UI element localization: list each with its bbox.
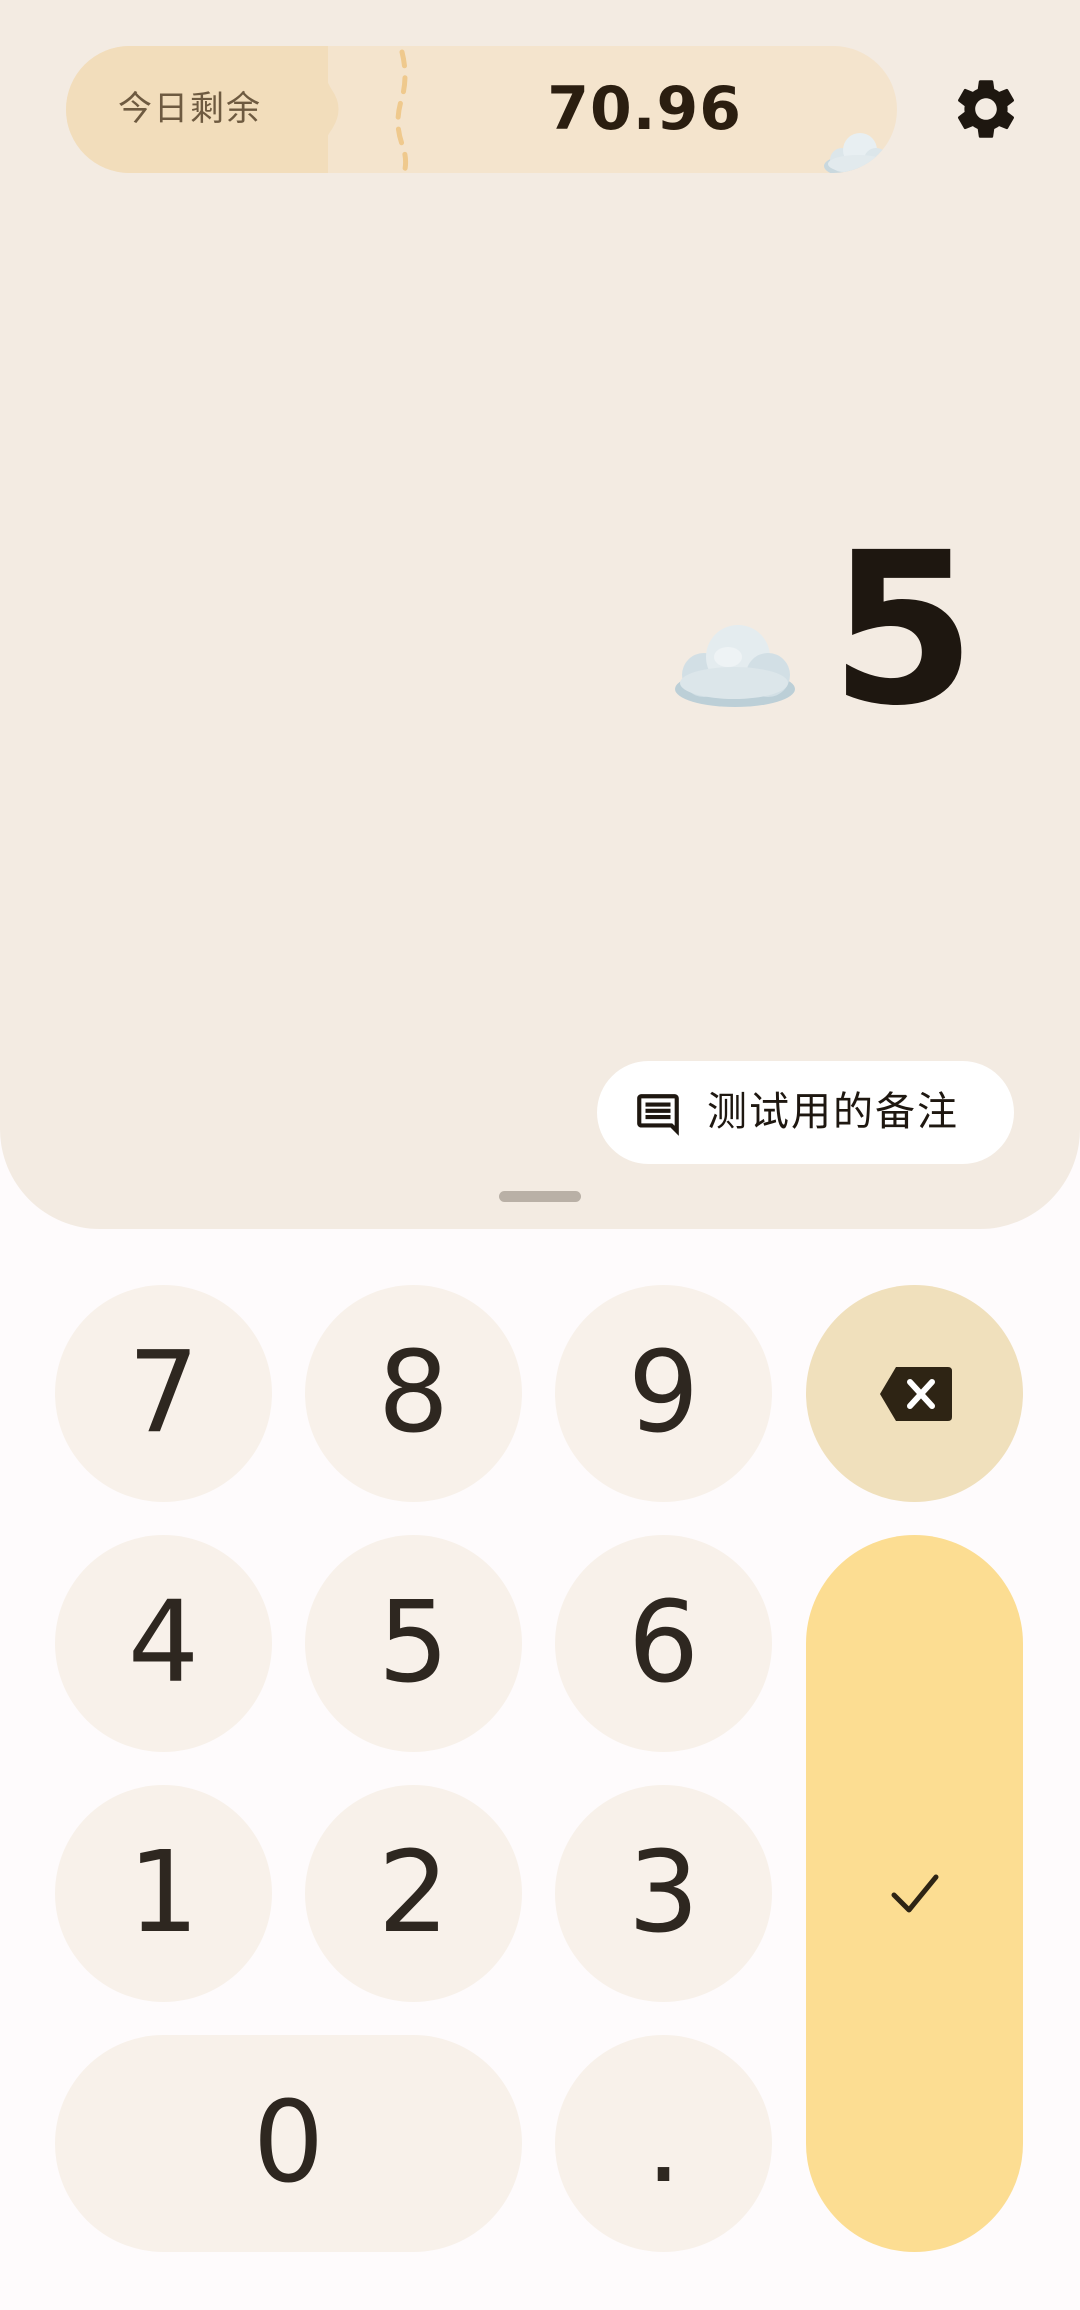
gear-icon[interactable] xyxy=(950,73,1022,145)
cloud-icon[interactable] xyxy=(670,617,800,713)
budget-label: 今日剩余 xyxy=(118,89,262,129)
key-decimal[interactable]: . xyxy=(555,2035,772,2252)
key-6[interactable]: 6 xyxy=(555,1535,772,1752)
key-9[interactable]: 9 xyxy=(555,1285,772,1502)
key-7[interactable]: 7 xyxy=(55,1285,272,1502)
key-3[interactable]: 3 xyxy=(555,1785,772,2002)
backspace-icon xyxy=(880,1367,952,1421)
key-5[interactable]: 5 xyxy=(305,1535,522,1752)
key-8[interactable]: 8 xyxy=(305,1285,522,1502)
amount-panel: 今日剩余 70.96 5 测试用的备注 xyxy=(0,0,1080,1229)
key-0[interactable]: 0 xyxy=(55,2035,522,2252)
key-1[interactable]: 1 xyxy=(55,1785,272,2002)
remaining-budget-pill[interactable]: 今日剩余 70.96 xyxy=(66,46,897,173)
cloud-icon xyxy=(824,133,892,173)
backspace-button[interactable] xyxy=(806,1285,1023,1502)
note-text: 测试用的备注 xyxy=(707,1089,959,1135)
confirm-button[interactable] xyxy=(806,1535,1023,2252)
amount-display: 5 xyxy=(829,507,976,752)
drag-handle[interactable] xyxy=(499,1191,581,1202)
budget-value: 70.96 xyxy=(547,74,742,144)
check-icon xyxy=(891,1874,939,1913)
note-chip[interactable]: 测试用的备注 xyxy=(597,1061,1014,1164)
key-4[interactable]: 4 xyxy=(55,1535,272,1752)
ticket-edge-divider xyxy=(316,46,409,173)
comment-icon xyxy=(637,1094,679,1136)
key-2[interactable]: 2 xyxy=(305,1785,522,2002)
